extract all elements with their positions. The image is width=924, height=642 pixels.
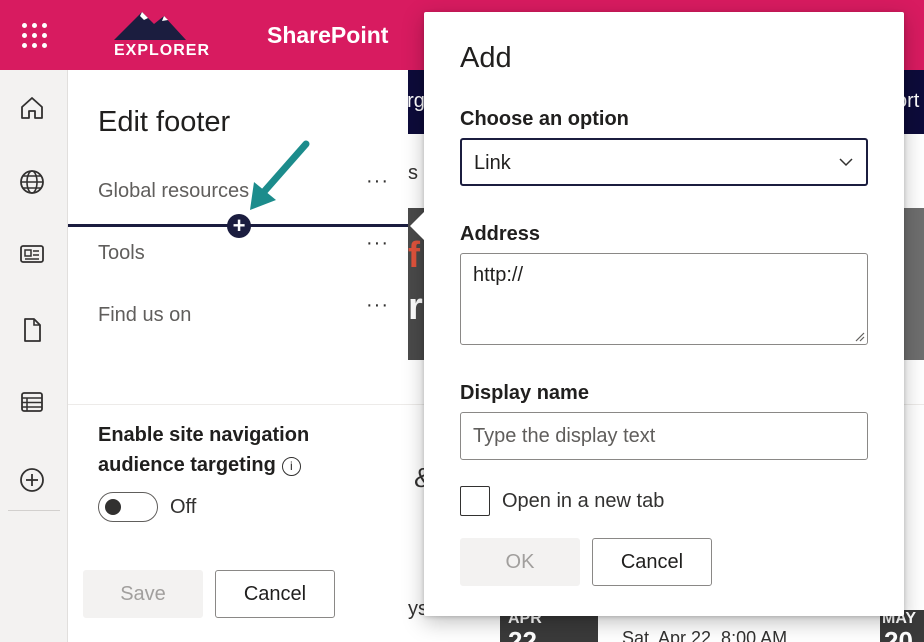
- news-icon[interactable]: [18, 240, 46, 268]
- open-new-tab-label[interactable]: Open in a new tab: [502, 490, 664, 513]
- site-logo[interactable]: EXPLORER: [100, 6, 224, 64]
- rail-divider: [8, 510, 60, 511]
- panel-divider: [68, 404, 408, 405]
- display-name-field[interactable]: [460, 412, 868, 460]
- panel-title: Edit footer: [98, 106, 231, 138]
- add-link-dialog: Add Choose an option Link Address http:/…: [410, 12, 904, 616]
- event-day: 22: [508, 626, 537, 642]
- app-launcher-button[interactable]: [0, 0, 68, 70]
- dialog-cancel-button[interactable]: Cancel: [592, 538, 712, 586]
- list-icon[interactable]: [18, 388, 46, 416]
- add-circle-icon[interactable]: [18, 466, 46, 494]
- home-icon[interactable]: [18, 94, 46, 122]
- address-field[interactable]: http://: [460, 253, 868, 345]
- hero-text-line1: f: [408, 234, 420, 275]
- toggle-state-label: Off: [170, 496, 197, 518]
- document-icon[interactable]: [18, 316, 46, 344]
- audience-targeting-label: Enable site navigation audience targetin…: [98, 420, 358, 480]
- audience-targeting-text: Enable site navigation audience targetin…: [98, 424, 310, 476]
- open-new-tab-checkbox[interactable]: [460, 486, 490, 516]
- footer-item-label: Find us on: [98, 304, 192, 326]
- event-time: Sat, Apr 22, 8:00 AM: [622, 628, 788, 642]
- choose-option-label: Choose an option: [460, 108, 629, 130]
- audience-targeting-toggle[interactable]: [98, 492, 158, 522]
- more-options-button[interactable]: ···: [366, 170, 389, 193]
- waffle-icon: [21, 22, 47, 48]
- mountain-logo-icon: [114, 12, 186, 40]
- hero-text-line2: r: [408, 286, 423, 328]
- address-label: Address: [460, 223, 541, 245]
- ok-button[interactable]: OK: [460, 538, 580, 586]
- footer-item-label: Global resources: [98, 180, 250, 202]
- save-button[interactable]: Save: [83, 570, 203, 618]
- option-dropdown[interactable]: Link: [460, 138, 868, 186]
- more-options-button[interactable]: ···: [366, 294, 389, 317]
- dialog-title: Add: [460, 42, 512, 74]
- app-bar: [0, 70, 68, 642]
- page-crumb-text: s: [408, 162, 418, 184]
- cancel-button[interactable]: Cancel: [215, 570, 335, 618]
- display-name-label: Display name: [460, 382, 589, 404]
- app-title[interactable]: SharePoint: [267, 22, 388, 49]
- footer-item-tools[interactable]: Tools ···: [68, 228, 408, 290]
- edit-footer-panel: Edit footer Global resources ··· + Tools…: [68, 70, 408, 642]
- annotation-arrow-icon: [250, 140, 310, 210]
- more-options-button[interactable]: ···: [366, 232, 389, 255]
- info-icon[interactable]: i: [281, 457, 301, 476]
- nav-link[interactable]: org: [408, 90, 425, 113]
- footer-item-label: Tools: [98, 242, 145, 264]
- logo-text: EXPLORER: [113, 42, 210, 59]
- toggle-knob: [105, 499, 121, 515]
- globe-icon[interactable]: [18, 168, 46, 196]
- option-dropdown-value: Link: [474, 152, 511, 174]
- event-day: 20: [884, 626, 913, 642]
- dialog-callout-beak: [410, 212, 424, 240]
- resize-grip-icon[interactable]: [853, 330, 865, 342]
- chevron-down-icon: [839, 158, 853, 167]
- footer-item-find-us-on[interactable]: Find us on ···: [68, 290, 408, 352]
